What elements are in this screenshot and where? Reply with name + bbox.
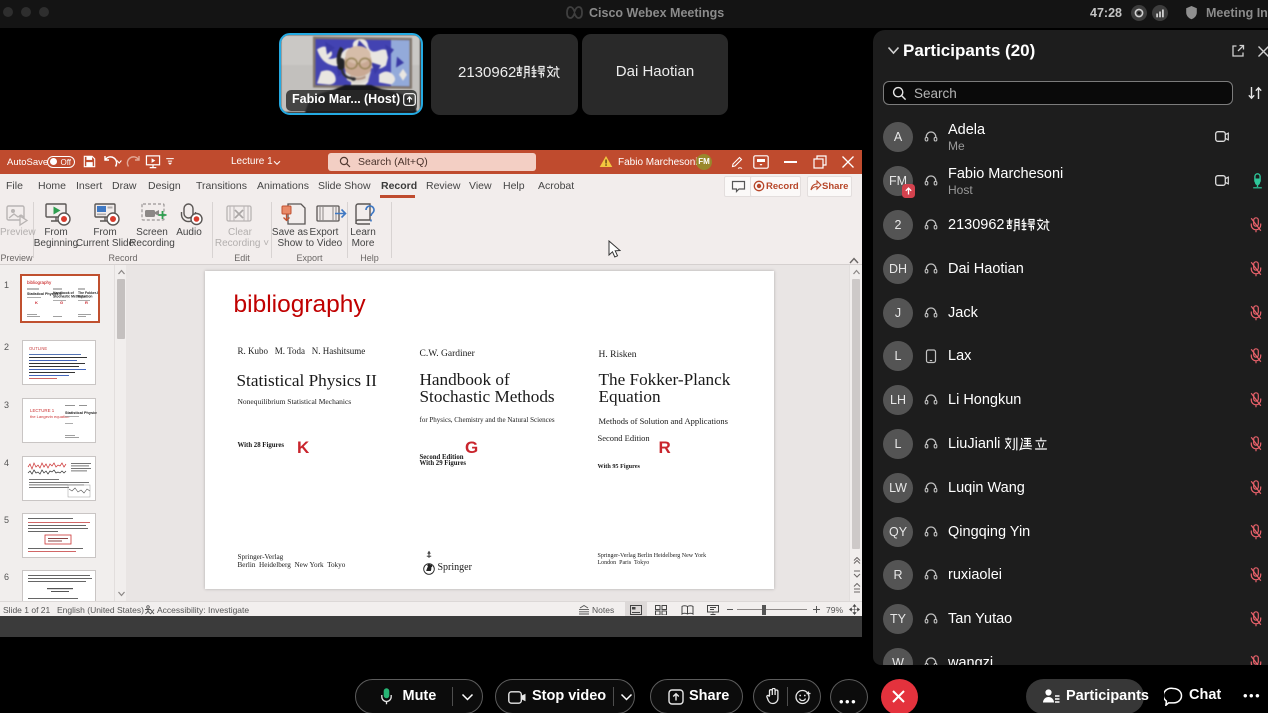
svg-text:Statistical Physics II: Statistical Physics II	[65, 411, 97, 415]
svg-text:G: G	[60, 300, 63, 305]
svg-text:LECTURE 1: LECTURE 1	[30, 408, 55, 413]
svg-text:K: K	[35, 300, 38, 305]
svg-text:the Langevin equation: the Langevin equation	[30, 414, 69, 419]
svg-text:bibliography: bibliography	[27, 280, 52, 285]
svg-text:OUTLINE: OUTLINE	[29, 346, 47, 351]
svg-text:R: R	[85, 300, 88, 305]
svg-text:Equation: Equation	[78, 295, 93, 299]
